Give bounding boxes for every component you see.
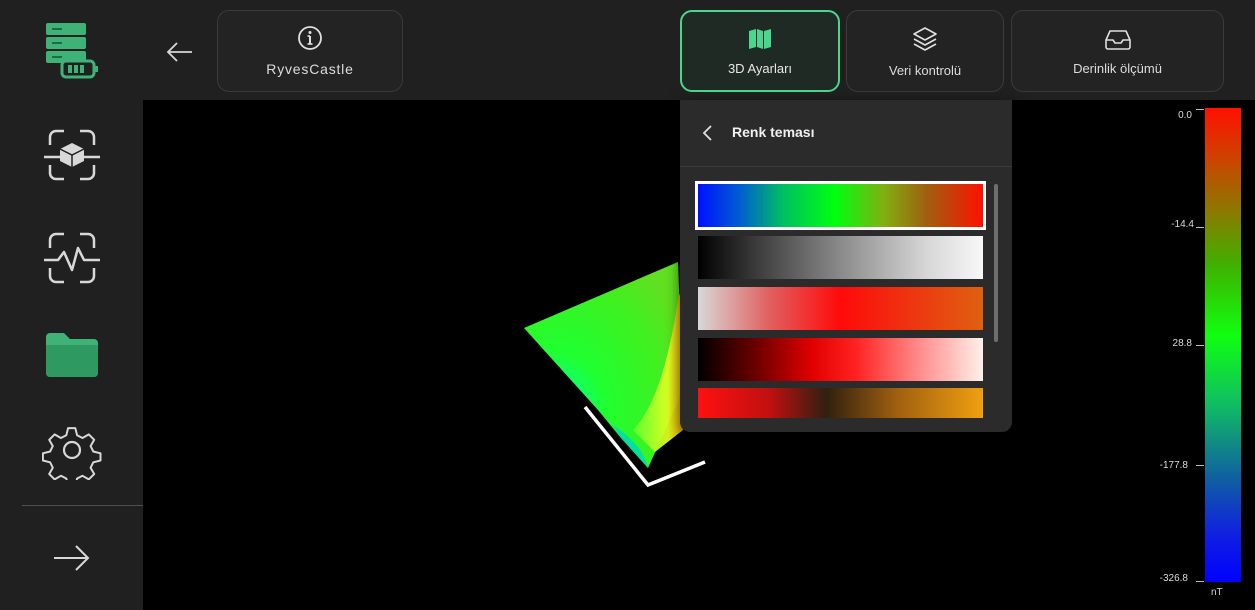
scan-3d-icon: [43, 129, 100, 181]
sidebar-item-signal-scan[interactable]: [0, 228, 143, 288]
theme-option-light-red-orange[interactable]: [698, 287, 983, 330]
tab-depth-measurement[interactable]: Derinlik ölçümü: [1011, 10, 1224, 92]
scale-tick-2: 28.8: [1172, 338, 1192, 349]
arrow-left-icon: [166, 42, 192, 62]
scale-tick-mark: [1196, 581, 1204, 582]
scale-tick-mark: [1196, 227, 1204, 228]
tab-data-control-label: Veri kontrolü: [888, 62, 962, 78]
arrow-right-icon: [53, 545, 89, 571]
info-icon: [298, 26, 322, 50]
scale-tick-mark: [1196, 109, 1204, 110]
chevron-left-icon[interactable]: [698, 122, 718, 144]
sidebar-item-3d-scan[interactable]: [0, 125, 143, 185]
theme-option-red-orange[interactable]: [698, 388, 983, 418]
project-info-button[interactable]: RyvesCastle: [217, 10, 403, 92]
scale-tick-mark: [1196, 465, 1204, 466]
layers-icon: [913, 26, 937, 51]
sidebar-expand-button[interactable]: [0, 530, 143, 586]
tab-depth-measurement-label: Derinlik ölçümü: [1073, 60, 1162, 76]
sidebar-divider: [22, 505, 143, 506]
top-bar: RyvesCastle 3D Ayarları Veri kontrolü De…: [143, 0, 1255, 100]
scale-tick-0: 0.0: [1178, 110, 1192, 121]
device-battery-icon: [45, 23, 98, 79]
color-theme-panel: Renk teması: [680, 100, 1012, 432]
panel-scrollbar[interactable]: [994, 184, 998, 342]
panel-title: Renk teması: [732, 124, 815, 140]
sidebar-item-settings[interactable]: [0, 420, 143, 480]
scale-tick-3: -177.8: [1159, 460, 1188, 471]
sidebar-item-files[interactable]: [0, 325, 143, 385]
sidebar-item-device[interactable]: [0, 20, 143, 80]
scale-unit: nT: [1211, 587, 1223, 598]
tab-data-control[interactable]: Veri kontrolü: [846, 10, 1004, 92]
map-icon: [749, 28, 771, 49]
scale-tick-mark: [1196, 345, 1204, 346]
scale-tick-4: -326.8: [1159, 573, 1188, 584]
folder-icon: [45, 333, 98, 377]
tab-3d-settings[interactable]: 3D Ayarları: [680, 10, 840, 92]
theme-option-black-red-white[interactable]: [698, 338, 983, 381]
scale-tick-1: -14.4: [1171, 219, 1194, 230]
inbox-icon: [1104, 29, 1131, 50]
panel-header: Renk teması: [680, 100, 1012, 167]
back-button[interactable]: [161, 34, 197, 70]
theme-option-grayscale[interactable]: [698, 236, 983, 279]
settings-gear-icon: [41, 427, 101, 480]
theme-option-blue-green-red[interactable]: [695, 181, 986, 230]
scan-signal-icon: [43, 232, 100, 284]
tab-3d-settings-label: 3D Ayarları: [727, 60, 793, 76]
project-name: RyvesCastle: [266, 61, 354, 77]
color-scale-bar: [1205, 108, 1241, 582]
sidebar: [0, 0, 143, 610]
